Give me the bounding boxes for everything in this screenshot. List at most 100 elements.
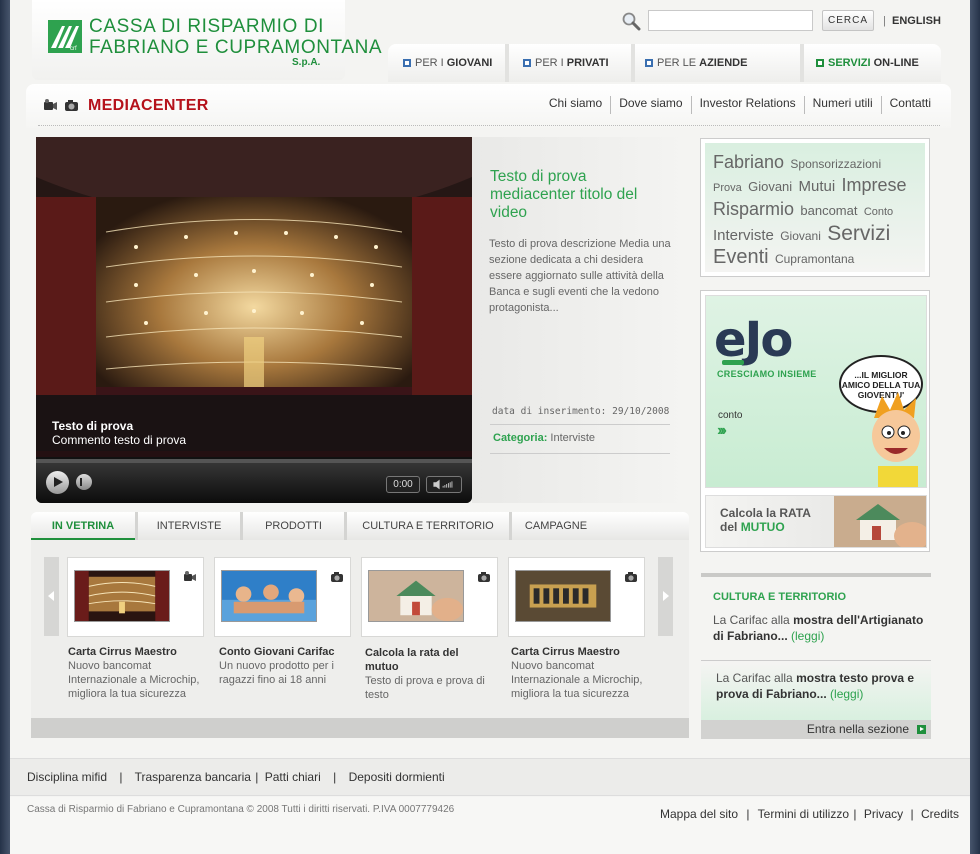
- tag-mutui[interactable]: Mutui: [799, 178, 836, 195]
- arrow-square-icon: [816, 59, 824, 67]
- news-item[interactable]: La Carifac alla mostra testo prova e pro…: [716, 670, 916, 702]
- search-button[interactable]: CERCA: [822, 10, 874, 31]
- divider: [490, 453, 670, 454]
- tag-prova[interactable]: Prova: [713, 182, 742, 194]
- tag-giovani[interactable]: Giovani: [780, 229, 821, 243]
- news-item[interactable]: La Carifac alla mostra dell'Artigianato …: [713, 612, 928, 644]
- rata-line1: Calcola la RATA: [720, 506, 811, 520]
- nav-tab-privati[interactable]: PER I PRIVATI: [523, 44, 609, 82]
- media-card[interactable]: [361, 557, 498, 637]
- tag-bancomat[interactable]: bancomat: [800, 203, 857, 218]
- nav-tab-label: AZIENDE: [699, 57, 748, 69]
- footer-separator: |: [119, 770, 123, 784]
- footer-links-secondary: Mappa del sito | Termini di utilizzo | P…: [660, 807, 959, 821]
- logo-text-line2: FABRIANO E CUPRAMONTANA: [89, 37, 383, 58]
- tab-interviste[interactable]: INTERVISTE: [138, 512, 240, 540]
- card-thumbnail-house: [368, 570, 464, 622]
- tag-risparmio[interactable]: Risparmio: [713, 199, 794, 219]
- nav-divider: [631, 44, 635, 82]
- footer-separator: |: [746, 807, 750, 821]
- nav-tab-giovani[interactable]: PER I GIOVANI: [403, 44, 492, 82]
- footer-link-disciplina-mifid[interactable]: Disciplina mifid: [27, 770, 107, 784]
- card-description: Nuovo bancomat Internazionale a Microchi…: [511, 660, 643, 700]
- video-title: Testo di prova mediacenter titolo del vi…: [490, 168, 638, 221]
- tag-fabriano[interactable]: Fabriano: [713, 152, 784, 172]
- tab-cultura-e-territorio[interactable]: CULTURA E TERRITORIO: [347, 512, 509, 540]
- nav-tab-servizi-online[interactable]: SERVIZI ON-LINE: [816, 44, 919, 82]
- video-progress-bar[interactable]: [36, 459, 472, 463]
- skip-back-icon[interactable]: [76, 474, 92, 490]
- carousel-prev-icon[interactable]: [44, 557, 59, 636]
- link-dove-siamo[interactable]: Dove siamo: [611, 96, 690, 114]
- footer-separator: |: [333, 770, 337, 784]
- media-card[interactable]: [67, 557, 204, 637]
- card-description: Testo di prova e prova di testo: [365, 675, 485, 701]
- cultura-title: CULTURA E TERRITORIO: [713, 591, 847, 603]
- logo-mark-icon: crf: [48, 20, 82, 53]
- tab-in-vetrina[interactable]: IN VETRINA: [31, 512, 135, 540]
- divider: [701, 660, 931, 661]
- media-tabs: IN VETRINA INTERVISTE PRODOTTI CULTURA E…: [31, 512, 689, 540]
- card-thumbnail-people: [221, 570, 317, 622]
- card-thumbnail-theater: [74, 570, 170, 622]
- nav-tab-label: ON-LINE: [873, 57, 919, 69]
- footer-link-mappa[interactable]: Mappa del sito: [660, 807, 738, 821]
- media-card[interactable]: [214, 557, 351, 637]
- footer-link-credits[interactable]: Credits: [921, 807, 959, 821]
- card-title[interactable]: Conto Giovani Carifac: [219, 645, 369, 659]
- link-contatti[interactable]: Contatti: [882, 96, 931, 114]
- card-title[interactable]: Calcola la rata del mutuo: [365, 646, 465, 674]
- english-link[interactable]: ENGLISH: [892, 15, 941, 27]
- video-player[interactable]: Testo di prova Commento testo di prova 0…: [36, 137, 472, 503]
- video-date: data di inserimento: 29/10/2008: [492, 406, 670, 417]
- search-input[interactable]: [648, 10, 813, 31]
- nav-tab-aziende[interactable]: PER LE AZIENDE: [645, 44, 747, 82]
- tab-prodotti[interactable]: PRODOTTI: [243, 512, 344, 540]
- photo-camera-icon: [65, 100, 78, 111]
- footer-separator: |: [853, 807, 857, 821]
- tab-campagne[interactable]: CAMPAGNE: [512, 512, 600, 540]
- leggi-link[interactable]: (leggi): [791, 629, 824, 643]
- ejo-banner[interactable]: eJo CRESCIAMO INSIEME conto ››› ...IL MI…: [700, 290, 930, 552]
- card-title[interactable]: Carta Cirrus Maestro: [511, 645, 661, 659]
- footer-link-trasparenza[interactable]: Trasparenza bancaria: [135, 770, 251, 784]
- media-carousel: Carta Cirrus Maestro Nuovo bancomat Inte…: [31, 540, 689, 718]
- nav-divider: [800, 44, 804, 82]
- link-numeri-utili[interactable]: Numeri utili: [805, 96, 881, 114]
- logo-spa: S.p.A.: [292, 57, 321, 68]
- footer-link-termini[interactable]: Termini di utilizzo: [758, 807, 849, 821]
- footer-link-patti-chiari[interactable]: Patti chiari: [265, 770, 321, 784]
- footer-link-privacy[interactable]: Privacy: [864, 807, 903, 821]
- footer-link-depositi-dormienti[interactable]: Depositi dormienti: [349, 770, 445, 784]
- media-card[interactable]: [508, 557, 645, 637]
- card-thumbnail-microchip: [515, 570, 611, 622]
- ejo-ad[interactable]: eJo CRESCIAMO INSIEME conto ››› ...IL MI…: [705, 295, 927, 488]
- link-investor-relations[interactable]: Investor Relations: [692, 96, 804, 114]
- tag-cloud-words: Fabriano Sponsorizzazioni Prova Giovani …: [705, 143, 925, 272]
- section-bar: MEDIACENTER Chi siamo Dove siamo Investo…: [26, 84, 951, 128]
- video-info-panel: Testo di prova mediacenter titolo del vi…: [472, 137, 688, 503]
- calcola-rata-banner[interactable]: Calcola la RATA del MUTUO: [705, 495, 927, 548]
- svg-text:crf: crf: [70, 46, 77, 52]
- tag-giovani[interactable]: Giovani: [748, 179, 792, 194]
- tag-sponsorizzazioni[interactable]: Sponsorizzazioni: [790, 157, 881, 171]
- nav-tab-prefix: PER LE: [657, 57, 697, 69]
- tag-cupramontana[interactable]: Cupramontana: [775, 252, 854, 266]
- card-title[interactable]: Carta Cirrus Maestro: [68, 645, 218, 659]
- tag-imprese[interactable]: Imprese: [842, 175, 907, 195]
- tag-conto[interactable]: Conto: [864, 206, 893, 218]
- video-controls: 0:00: [36, 459, 472, 503]
- carousel-next-icon[interactable]: [658, 557, 673, 636]
- leggi-link[interactable]: (leggi): [830, 687, 863, 701]
- category-value[interactable]: Interviste: [550, 432, 595, 444]
- volume-icon[interactable]: [426, 476, 462, 493]
- arrow-square-icon: [403, 59, 411, 67]
- entra-nella-sezione[interactable]: Entra nella sezione: [701, 720, 931, 739]
- tag-interviste[interactable]: Interviste: [713, 227, 774, 244]
- logo[interactable]: crf CASSA DI RISPARMIO DI FABRIANO E CUP…: [32, 0, 382, 80]
- link-chi-siamo[interactable]: Chi siamo: [541, 96, 610, 114]
- tag-eventi[interactable]: Eventi: [713, 246, 769, 268]
- tag-servizi[interactable]: Servizi: [827, 222, 890, 245]
- play-icon[interactable]: [46, 471, 69, 494]
- video-camera-icon: [44, 99, 57, 110]
